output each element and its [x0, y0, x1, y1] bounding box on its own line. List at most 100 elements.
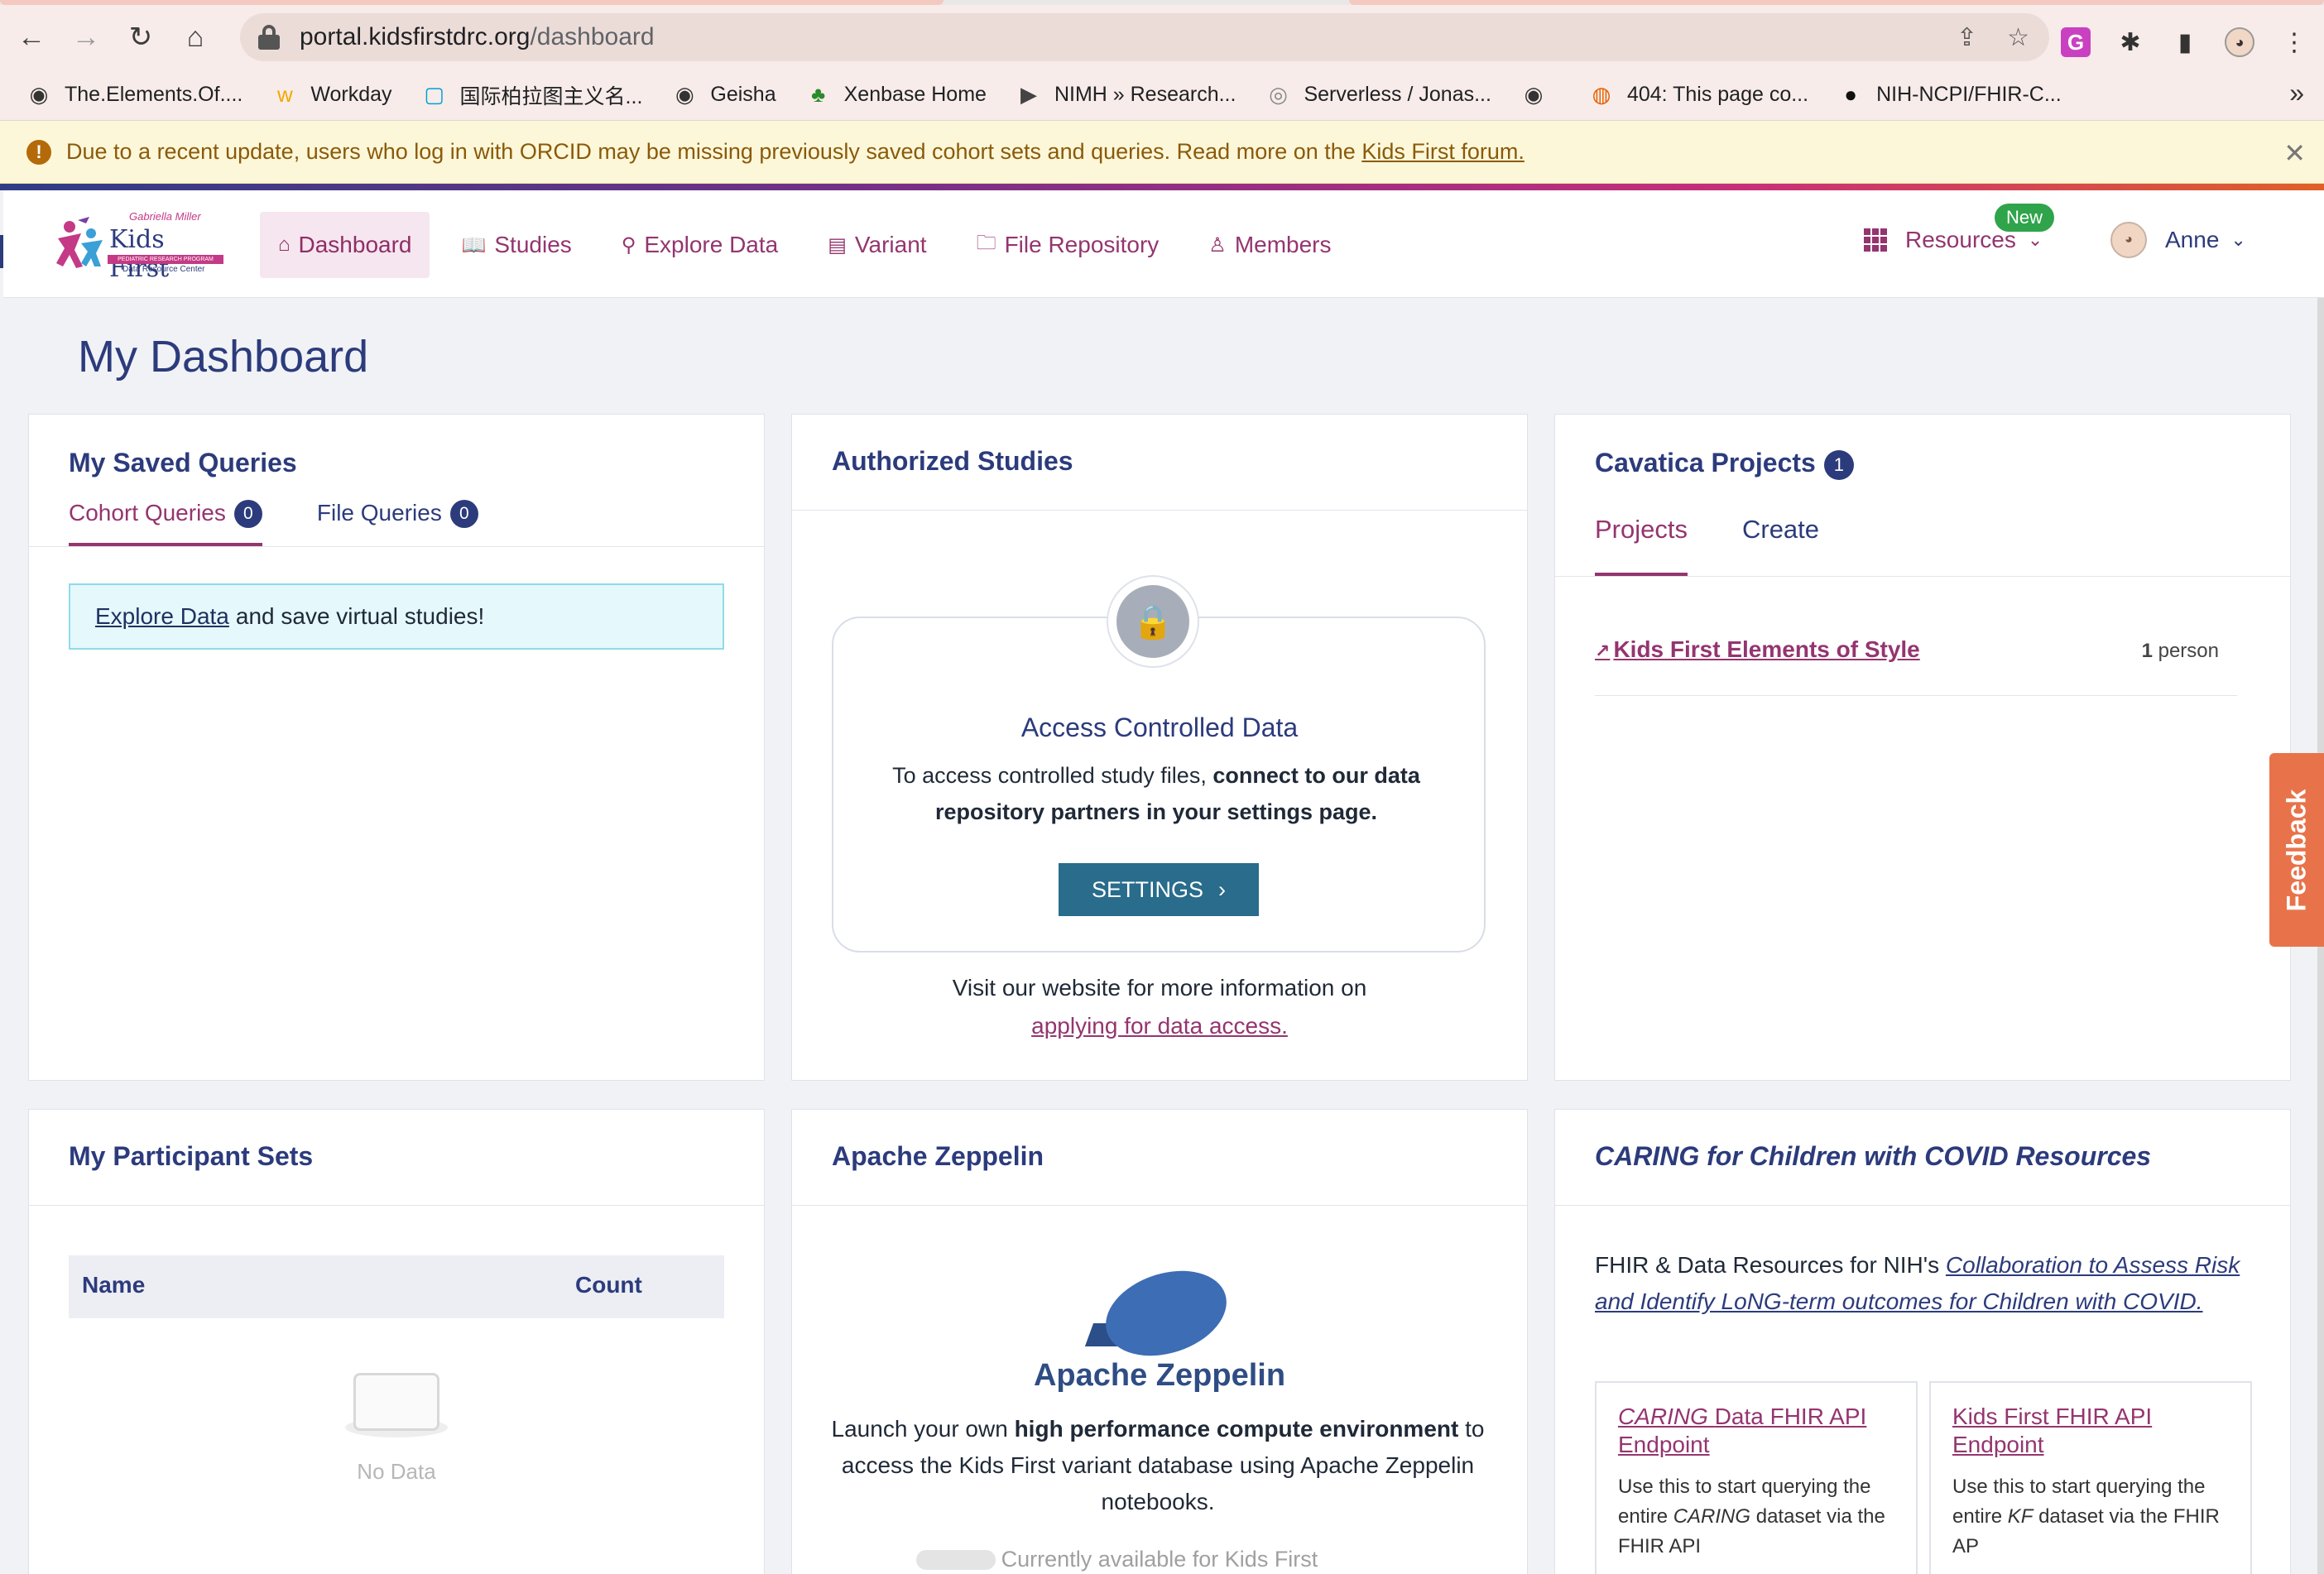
bookmark-item[interactable]: ● NIH-NCPI/FHIR-C...	[1838, 82, 2062, 108]
nav-variant-label: Variant	[854, 232, 927, 257]
forum-link[interactable]: Kids First forum.	[1361, 139, 1525, 164]
close-icon[interactable]: ✕	[2283, 137, 2306, 169]
announcement-banner: ! Due to a recent update, users who log …	[0, 121, 2324, 184]
kf-api-card[interactable]: Kids First FHIR API Endpoint Use this to…	[1929, 1381, 2252, 1574]
bookmark-label: NIH-NCPI/FHIR-C...	[1876, 83, 2062, 106]
persons-number: 1	[2141, 640, 2153, 662]
nav-members-label: Members	[1234, 232, 1332, 257]
column-name[interactable]: Name	[82, 1272, 145, 1298]
chevron-down-icon: ⌄	[2230, 229, 2246, 250]
grammarly-extension-icon[interactable]: G	[2061, 27, 2091, 57]
user-menu[interactable]: ◕ Anne ⌄	[2110, 222, 2246, 258]
chevron-right-icon: ›	[1218, 876, 1226, 902]
zeppelin-logo: Apache Zeppelin	[792, 1256, 1527, 1394]
card-title: CARING for Children with COVID Resources	[1595, 1141, 2152, 1171]
bookmark-label: Workday	[310, 83, 392, 106]
firefox-icon: ◍	[1592, 82, 1611, 107]
more-bookmarks-icon[interactable]: »	[2289, 78, 2304, 108]
api-card-description: Use this to start querying the entire KF…	[1952, 1472, 2229, 1562]
data-access-link[interactable]: applying for data access.	[1031, 1013, 1288, 1039]
project-link[interactable]: ↗ Kids First Elements of Style	[1595, 636, 1920, 663]
card-header: Cavatica Projects 1 Projects Create	[1555, 415, 2290, 577]
bookmark-star-icon[interactable]: ☆	[2007, 23, 2029, 52]
api-card-title[interactable]: Kids First FHIR API Endpoint	[1952, 1403, 2229, 1459]
reload-icon[interactable]: ↻	[118, 14, 164, 60]
explore-icon: ⚲	[621, 233, 636, 257]
participant-sets-card: My Participant Sets Name Count No Data	[28, 1109, 765, 1574]
feedback-button[interactable]: Feedback	[2269, 753, 2324, 947]
card-header: Authorized Studies	[792, 415, 1527, 511]
back-arrow-icon[interactable]: ←	[8, 14, 55, 60]
nav-dashboard[interactable]: ⌂ Dashboard	[260, 212, 430, 278]
kids-first-logo[interactable]: Gabriella Miller Kids First PEDIATRIC RE…	[53, 210, 223, 283]
bookmark-item[interactable]: ◍ 404: This page co...	[1589, 82, 1808, 108]
resources-menu[interactable]: Resources ⌄	[1864, 227, 2043, 253]
logo-line-1: Gabriella Miller	[129, 210, 201, 223]
desc-bold: high performance compute environment	[1014, 1416, 1459, 1442]
caring-intro-text: FHIR & Data Resources for NIH's	[1595, 1252, 1940, 1278]
side-panel-icon[interactable]: ▮	[2170, 27, 2200, 57]
nav-variant[interactable]: ▤ Variant	[809, 212, 944, 278]
kids-first-figures-logo-mark	[56, 217, 103, 268]
avatar: ◕	[2110, 222, 2147, 258]
empty-text: No Data	[357, 1459, 436, 1484]
nav-explore-data[interactable]: ⚲ Explore Data	[603, 212, 796, 278]
tab-label: Cohort Queries	[69, 500, 226, 525]
home-browser-icon[interactable]: ⌂	[172, 14, 218, 60]
settings-button-label: SETTINGS	[1091, 876, 1203, 902]
profile-avatar-icon[interactable]: ◕	[2225, 27, 2254, 57]
settings-button[interactable]: SETTINGS ›	[1059, 863, 1259, 916]
tab-projects[interactable]: Projects	[1595, 511, 1688, 576]
nav-dashboard-label: Dashboard	[298, 232, 412, 257]
globe-icon: ◉	[1524, 82, 1544, 107]
bookmark-label: NIMH » Research...	[1054, 83, 1236, 106]
forward-arrow-icon[interactable]: →	[63, 14, 109, 60]
bookmark-item[interactable]: ◉ Geisha	[672, 82, 776, 108]
chevron-down-icon: ⌄	[2027, 229, 2043, 250]
tab-label: File Queries	[316, 500, 442, 525]
apache-zeppelin-card: Apache Zeppelin Apache Zeppelin Launch y…	[791, 1109, 1528, 1574]
caring-api-card[interactable]: CARING Data FHIR API Endpoint Use this t…	[1595, 1381, 1918, 1574]
access-controlled-title: Access Controlled Data	[1020, 713, 1299, 742]
extensions-puzzle-icon[interactable]: ✱	[2115, 27, 2145, 57]
empty-inbox-icon	[345, 1373, 448, 1439]
globe-icon: ◉	[29, 82, 49, 107]
query-tabs: Cohort Queries 0 File Queries 0	[69, 497, 533, 546]
variant-icon: ▤	[828, 233, 847, 257]
nav-members[interactable]: ♙ Members	[1190, 212, 1349, 278]
nav-file-repository[interactable]: 🗀 File Repository	[958, 212, 1178, 278]
zeppelin-blimp-icon	[1084, 1256, 1238, 1370]
external-link-icon: ↗	[1595, 641, 1611, 661]
api-card-title[interactable]: CARING Data FHIR API Endpoint	[1618, 1403, 1894, 1459]
bookmark-item[interactable]: w Workday	[272, 82, 392, 108]
tab-file-queries[interactable]: File Queries 0	[317, 497, 478, 546]
bookmark-item[interactable]: ◉	[1521, 82, 1559, 108]
tab-cohort-queries[interactable]: Cohort Queries 0	[69, 497, 262, 546]
serverless-icon: ◎	[1269, 82, 1288, 107]
bookmark-item[interactable]: ◎ Serverless / Jonas...	[1265, 82, 1491, 108]
plain-text: To access controlled study files,	[892, 763, 1207, 788]
caring-resources-card: CARING for Children with COVID Resources…	[1554, 1109, 2291, 1574]
nav-studies[interactable]: 📖 Studies	[443, 212, 589, 278]
explore-info-box: Explore Data and save virtual studies!	[69, 583, 724, 650]
address-bar[interactable]: portal.kidsfirstdrc.org/dashboard ⇪ ☆	[240, 13, 2049, 61]
column-count[interactable]: Count	[575, 1272, 642, 1298]
browser-menu-icon[interactable]: ⋮	[2279, 27, 2309, 57]
share-icon[interactable]: ⇪	[1957, 23, 1977, 52]
bookmark-item[interactable]: ▶ NIMH » Research...	[1016, 82, 1236, 108]
bookmark-item[interactable]: ◉ The.Elements.Of....	[26, 82, 243, 108]
nav-studies-label: Studies	[494, 232, 572, 257]
nav-file-repository-label: File Repository	[1004, 232, 1160, 257]
tab-create[interactable]: Create	[1742, 511, 1819, 576]
github-icon: ●	[1844, 82, 1857, 107]
cavatica-projects-card: Cavatica Projects 1 Projects Create ↗ Kids…	[1554, 414, 2291, 1081]
bookmark-item[interactable]: ▢ 国际柏拉图主义名...	[422, 80, 643, 110]
bookmark-item[interactable]: ♣ Xenbase Home	[806, 82, 987, 108]
card-header: My Participant Sets	[29, 1110, 764, 1206]
card-title: Authorized Studies	[832, 446, 1073, 476]
zeppelin-description: Launch your own high performance compute…	[825, 1411, 1491, 1520]
explore-data-link[interactable]: Explore Data	[95, 603, 229, 630]
bookmark-label: Geisha	[710, 83, 776, 106]
bookmark-label: 国际柏拉图主义名...	[459, 84, 643, 108]
card-header: Apache Zeppelin	[792, 1110, 1527, 1206]
